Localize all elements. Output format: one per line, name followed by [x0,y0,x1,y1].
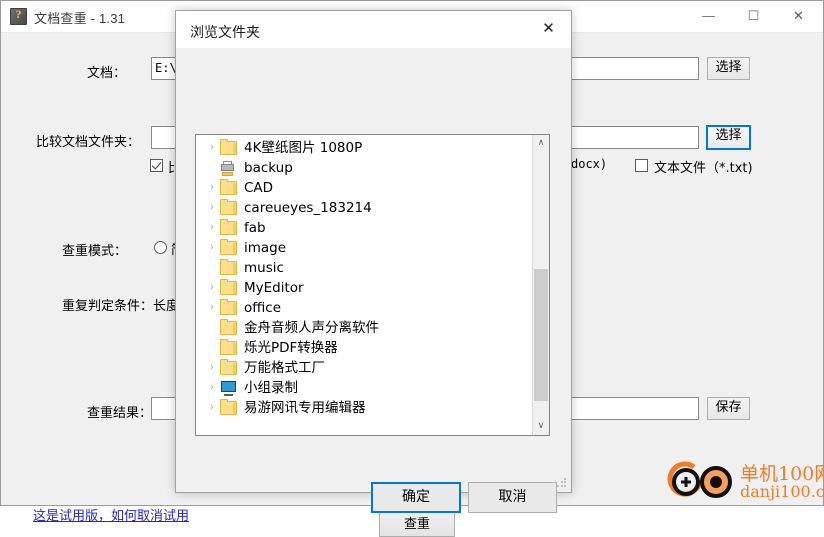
tree-indent-spacer: › [204,318,220,338]
tree-item-label: 小组录制 [244,380,298,396]
chevron-right-icon[interactable]: › [204,218,220,238]
watermark-logo-icon [667,461,732,498]
folder-icon [220,359,237,376]
compare-folder-select-button[interactable]: 选择 [706,125,751,150]
chevron-right-icon[interactable]: › [204,378,220,398]
tree-item-label: MyEditor [244,280,304,296]
save-button[interactable]: 保存 [707,397,750,420]
mode-label: 查重模式： [62,244,128,259]
tree-item[interactable]: › CAD [196,178,533,198]
minimize-button[interactable]: — [686,1,731,32]
dialog-resize-grip[interactable] [556,477,568,489]
close-button[interactable]: ✕ [776,1,821,32]
mode-radio-partial[interactable] [154,241,167,254]
tree-item-label: 烁光PDF转换器 [244,340,338,356]
tree-item[interactable]: › office [196,298,533,318]
tree-item-label: fab [244,220,266,236]
tree-item[interactable]: › image [196,238,533,258]
result-label: 查重结果： [87,406,153,421]
chevron-right-icon[interactable]: › [204,398,220,418]
folder-icon [220,139,237,156]
folder-tree-scrollbar[interactable]: ∧ ∨ [532,135,549,435]
tree-item-label: CAD [244,180,274,196]
browse-folder-dialog: 浏览文件夹 ✕ › 4K壁纸图片 1080P › backup › CAD › careuey… [175,10,572,513]
tree-item[interactable]: › music [196,258,533,278]
folder-icon [220,179,237,196]
txt-checkbox[interactable] [635,159,648,172]
chevron-right-icon[interactable]: › [204,178,220,198]
tree-item-label: music [244,260,284,276]
folder-icon [220,259,237,276]
dialog-close-icon: ✕ [542,20,555,37]
tree-item[interactable]: › 烁光PDF转换器 [196,338,533,358]
folder-icon [220,339,237,356]
tree-item[interactable]: › careueyes_183214 [196,198,533,218]
watermark: 单机100网 danji100.com [664,458,824,504]
compare-folder-label: 比较文档文件夹： [36,135,141,150]
scroll-up-icon[interactable]: ∧ [533,135,549,152]
maximize-icon: ☐ [747,8,760,23]
tree-item-label: 4K壁纸图片 1080P [244,140,363,156]
tree-indent-spacer: › [204,158,220,178]
minimize-icon: — [702,8,715,23]
docx-extension-text: docx) [571,157,608,171]
folder-icon [220,299,237,316]
dialog-body: › 4K壁纸图片 1080P › backup › CAD › careueyes_18321… [176,48,571,513]
docx-checkbox[interactable] [150,159,163,172]
tree-item-label: 易游网讯专用编辑器 [244,400,366,416]
folder-tree-panel: › 4K壁纸图片 1080P › backup › CAD › careueyes_18321… [195,134,550,436]
tree-item[interactable]: › 4K壁纸图片 1080P [196,138,533,158]
folder-icon [220,279,237,296]
close-icon: ✕ [793,8,804,23]
tree-indent-spacer: › [204,338,220,358]
tree-item-label: 万能格式工厂 [244,360,325,376]
tree-item[interactable]: › 金舟音频人声分离软件 [196,318,533,338]
folder-icon [220,319,237,336]
printer-icon [220,161,237,177]
dialog-close-button[interactable]: ✕ [526,11,571,47]
trial-version-link[interactable]: 这是试用版，如何取消试用 [33,505,189,524]
chevron-right-icon[interactable]: › [204,138,220,158]
tree-item-label: image [244,240,287,256]
app-icon [10,7,27,25]
app-title: 文档查重 - 1.31 [34,11,126,26]
check-duplicate-button[interactable]: 查重 [379,511,455,537]
tree-item[interactable]: › 小组录制 [196,378,533,398]
chevron-right-icon[interactable]: › [204,238,220,258]
dialog-title-bar: 浏览文件夹 ✕ [176,11,571,48]
tree-item[interactable]: › backup [196,158,533,178]
scrollbar-thumb[interactable] [534,269,548,401]
maximize-button[interactable]: ☐ [731,1,776,32]
tree-item[interactable]: › 万能格式工厂 [196,358,533,378]
chevron-right-icon[interactable]: › [204,278,220,298]
tree-item-label: backup [244,160,293,176]
watermark-site-url: danji100.com [740,482,824,501]
tree-item[interactable]: › fab [196,218,533,238]
document-select-button[interactable]: 选择 [707,57,750,80]
tree-item-label: 金舟音频人声分离软件 [244,320,379,336]
dialog-title: 浏览文件夹 [190,25,260,41]
chevron-right-icon[interactable]: › [204,198,220,218]
condition-label: 重复判定条件：长度 [62,299,180,314]
chevron-right-icon[interactable]: › [204,358,220,378]
folder-icon [220,239,237,256]
tree-item[interactable]: › 易游网讯专用编辑器 [196,398,533,418]
scroll-down-icon[interactable]: ∨ [533,418,549,435]
folder-icon [220,219,237,236]
tree-indent-spacer: › [204,258,220,278]
tree-item-label: office [244,300,282,316]
chevron-right-icon[interactable]: › [204,298,220,318]
tree-item-label: careueyes_183214 [244,200,372,216]
monitor-icon [220,381,237,397]
tree-item[interactable]: › MyEditor [196,278,533,298]
txt-checkbox-label: 文本文件（*.txt) [654,161,753,176]
printer-tray-icon [222,172,233,177]
dialog-ok-button[interactable]: 确定 [371,482,461,513]
document-label: 文档： [87,66,127,81]
folder-tree-list: › 4K壁纸图片 1080P › backup › CAD › careueyes_18321… [196,138,533,418]
dialog-cancel-button[interactable]: 取消 [468,482,557,513]
folder-icon [220,199,237,216]
folder-icon [220,399,237,416]
